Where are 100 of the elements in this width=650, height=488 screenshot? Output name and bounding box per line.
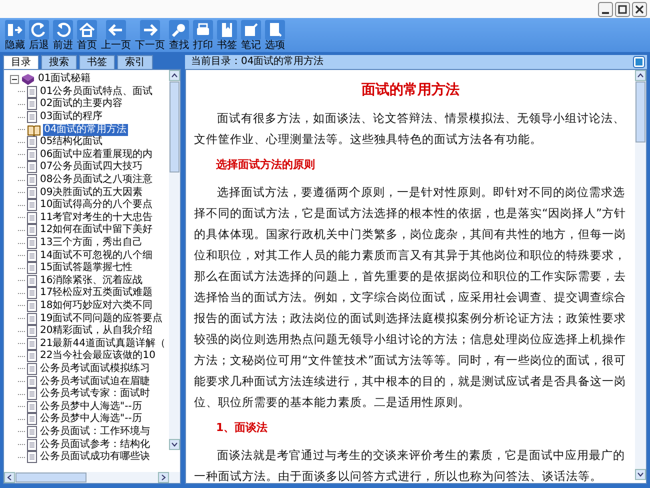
open-book-icon [27, 124, 41, 136]
note-icon [241, 20, 261, 40]
tree-item[interactable]: 15面试答题掌握七性 [39, 262, 134, 274]
tree-item[interactable]: 02面试的主要内容 [39, 98, 124, 110]
tree-item[interactable]: 公务员考试面试模拟练习 [39, 362, 151, 375]
panel-icon [5, 20, 25, 40]
minimize-icon[interactable] [598, 2, 613, 16]
page-icon [27, 224, 37, 236]
toolbar-button[interactable]: 后退 [28, 20, 50, 51]
tree-item[interactable]: 06面试中应着重展现的内 [39, 148, 154, 161]
toolbar-button[interactable]: 隐藏 [4, 20, 26, 51]
tree-item[interactable]: 04面试的常用方法 [43, 124, 128, 136]
page-icon [27, 161, 37, 174]
tree-item[interactable]: 公务员考试专家：面试时 [39, 388, 151, 400]
page-icon [27, 186, 37, 199]
tree-item[interactable]: 14面试不可忽视的八个细 [39, 250, 154, 262]
book-icon [21, 73, 35, 86]
tree-item[interactable]: 19面试不同问题的应答要点 [39, 312, 164, 325]
page-icon [27, 300, 37, 312]
page-icon [27, 274, 37, 287]
toolbar-button[interactable]: 前进 [52, 20, 74, 51]
scrollbar[interactable] [4, 472, 180, 483]
page-icon [27, 136, 37, 148]
tab[interactable]: 书签 [79, 55, 115, 69]
window-icon[interactable] [633, 56, 645, 68]
page-icon [27, 148, 37, 161]
page-icon [27, 438, 37, 451]
page-title: 面试的常用方法 [360, 80, 460, 100]
toolbar-button[interactable]: 书签 [216, 20, 238, 51]
page-icon [27, 212, 37, 224]
paragraph: 面谈法就是考官通过与考生的交谈来评价考生的素质，它是面试中应用最广的一种面试方法。由于面谈多以问答方式进行，所以也称为问答法、谈话法等。 [194, 447, 626, 483]
tab[interactable]: 索引 [117, 55, 153, 69]
printer-icon [193, 20, 213, 40]
current-location-text: 当前目录：04面试的常用方法 [191, 56, 324, 68]
page-icon [27, 86, 37, 98]
maximize-icon[interactable] [615, 2, 630, 16]
page-icon [27, 413, 37, 426]
paragraph: 选择面试方法，要遵循两个原则，一是针对性原则。即针对不同的岗位需求选择不同的面试方法，它是面试方法选择的根本性的依据，也是落实“因岗择人”方针的具体体现。国家行政机关中门类繁多，岗位庞杂，其间有共性的地方，但每一岗位和职位，对其工作人员的能力素质而言又有其异于其他岗位和职位的特殊要求，那么在面试方法选择的问题上，首先重要的是依据岗位和职位的工作实际需要，去选择恰当的面试方法。例如，文字综合岗位面试，应采用社会调查、提交调查综合报告的面试方法；政法岗位的面试则选择法庭模拟案例分析论证方法；政策性要求较强的岗位则选用热点问题无领导小组讨论的方法；信息处理岗位应选择上机操作方法；文秘岗位可用“文件筐技术”面试方法等等。同时，有一些岗位的面试，很可能要求几种面试方法连续进行，其中根本的目的，就是测试应试者是否具备这一岗位、职位所需要的基本能力素质。二是适用性原则。 [194, 184, 627, 411]
tree-item[interactable]: 01公务员面试特点、面试 [39, 86, 154, 98]
tree-item[interactable]: 公务员梦中人海选"--历 [39, 400, 143, 413]
page-icon [27, 237, 37, 250]
bookmark-icon [217, 20, 237, 40]
page-icon [27, 350, 37, 362]
tree-item[interactable]: 公务员梦中人海选"--历 [39, 413, 143, 426]
page-icon [27, 388, 37, 400]
page-icon [27, 111, 37, 124]
page-icon [27, 338, 37, 350]
page-icon [27, 451, 37, 464]
tree-item[interactable]: 05结构化面试 [39, 136, 104, 148]
tree-item[interactable]: 20精彩面试，从自我介绍 [39, 325, 154, 338]
tree-item[interactable]: 09决胜面试的五大因素 [39, 186, 144, 199]
tree-item[interactable]: 16消除紧张、沉着应战 [39, 274, 144, 287]
refresh-icon [53, 20, 73, 40]
toolbar-button[interactable]: 下一页 [134, 20, 166, 51]
tree-item[interactable]: 22当今社会最应该做的10 [39, 350, 156, 362]
close-icon[interactable] [632, 2, 647, 16]
page-icon [27, 287, 37, 300]
scrollbar[interactable] [169, 70, 180, 450]
page-icon [27, 312, 37, 325]
tree-item[interactable]: 03面试的程序 [39, 111, 104, 124]
tree-item[interactable]: 08公务员面试之八项注意 [39, 174, 154, 186]
search-icon [169, 20, 189, 40]
toolbar-button[interactable]: 上一页 [100, 20, 132, 51]
toolbar-button[interactable]: 首页 [76, 20, 98, 51]
tab[interactable]: 目录 [3, 55, 39, 69]
page-icon [27, 426, 37, 438]
tree-item[interactable]: 17轻松应对五类面试难题 [39, 287, 154, 300]
tree-item[interactable]: 12如何在面试中留下美好 [39, 224, 154, 236]
page-icon [27, 174, 37, 186]
toolbar-button[interactable]: 选项 [264, 20, 286, 51]
tree-item[interactable]: 10面试得高分的八个要点 [39, 199, 154, 212]
section-heading: 1、面谈法 [215, 420, 269, 436]
paragraph: 面试有很多方法，如面谈法、论文答辩法、情景模拟法、无领导小组讨论法、文件筐作业、心理测量法等。这些独具特色的面试方法各有功能。 [194, 110, 626, 148]
tree-item[interactable]: 公务员面试参考：结构化 [39, 438, 151, 451]
toolbar-button[interactable]: 查找 [168, 20, 190, 51]
page-icon [27, 262, 37, 274]
page-icon [27, 376, 37, 388]
tree-item[interactable]: 18如何巧妙应对六类不同 [39, 300, 154, 312]
tree-item[interactable]: 公务员面试：工作环境与 [39, 426, 151, 438]
tree-item[interactable]: 07公务员面试四大技巧 [39, 161, 144, 174]
tree-item[interactable]: 01面试秘籍 [37, 73, 92, 86]
tree-item[interactable]: 11考官对考生的十大忠告 [39, 212, 154, 224]
section-heading: 选择面试方法的原则 [215, 157, 316, 173]
page-icon [27, 362, 37, 375]
tree-item[interactable]: 21最新44道面试真题详解（ [39, 338, 166, 350]
page-icon [27, 199, 37, 212]
tree-item[interactable]: 13三个方面，秀出自己 [39, 237, 144, 250]
refresh-icon [29, 20, 49, 40]
tree-item[interactable]: 公务员面试成功有哪些诀 [39, 451, 151, 464]
home-icon [77, 20, 97, 40]
page-icon [27, 325, 37, 338]
page-icon [27, 98, 37, 110]
toolbar-button[interactable]: 打印 [192, 20, 214, 51]
scrollbar[interactable] [635, 70, 646, 480]
tab[interactable]: 搜索 [41, 55, 77, 69]
page-icon [27, 400, 37, 413]
toolbar-button[interactable]: 笔记 [240, 20, 262, 51]
tree-item[interactable]: 公务员考试面试迫在眉睫 [39, 376, 151, 388]
document-icon [265, 20, 285, 40]
collapse-icon[interactable] [10, 74, 19, 84]
